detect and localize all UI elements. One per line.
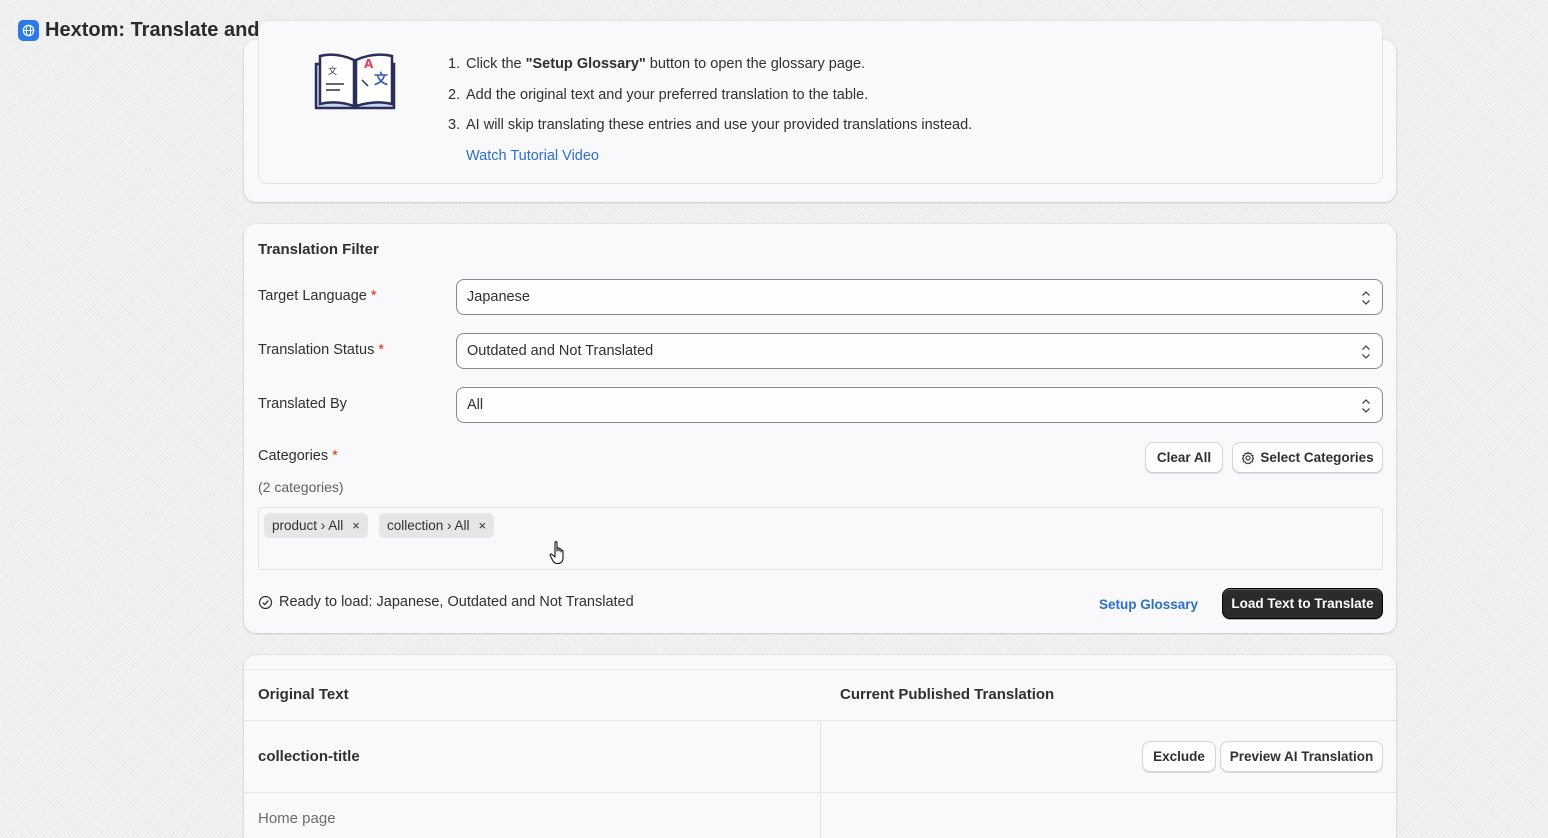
column-header-published: Current Published Translation	[840, 686, 1055, 703]
column-header-original: Original Text	[258, 686, 349, 703]
row-divider	[244, 792, 1396, 793]
globe-icon	[18, 19, 39, 41]
glossary-step-1: 1. Click the "Setup Glossary" button to …	[448, 56, 866, 72]
watch-tutorial-link[interactable]: Watch Tutorial Video	[466, 148, 599, 164]
glossary-steps: 1. Click the "Setup Glossary" button to …	[448, 56, 972, 148]
select-categories-button[interactable]: Select Categories	[1232, 442, 1383, 473]
exclude-button[interactable]: Exclude	[1142, 741, 1216, 772]
categories-label: Categories *	[258, 448, 338, 464]
original-text-cell: Home page	[258, 810, 336, 827]
categories-count: (2 categories)	[258, 479, 344, 495]
remove-tag-icon[interactable]: ×	[479, 518, 487, 533]
translation-filter-card: Translation Filter Target Language * Japa…	[244, 224, 1396, 633]
setup-glossary-link[interactable]: Setup Glossary	[1099, 597, 1198, 612]
hand-cursor-icon	[549, 541, 564, 565]
select-chevron-icon	[1362, 345, 1370, 359]
row-key: collection-title	[258, 748, 360, 765]
table-header-row: Original Text Current Published Translat…	[244, 669, 1396, 721]
translation-status-label: Translation Status *	[258, 342, 384, 358]
remove-tag-icon[interactable]: ×	[352, 518, 360, 533]
category-tag-product: product › All ×	[264, 513, 368, 538]
select-chevron-icon	[1362, 399, 1370, 413]
category-tag-collection: collection › All ×	[379, 513, 495, 538]
select-chevron-icon	[1362, 291, 1370, 305]
load-text-button[interactable]: Load Text to Translate	[1222, 588, 1383, 619]
translation-status-select[interactable]: Outdated and Not Translated	[456, 333, 1383, 369]
glossary-step-3: 3. AI will skip translating these entrie…	[448, 117, 973, 133]
column-divider	[820, 721, 821, 838]
target-language-select[interactable]: Japanese	[456, 279, 1383, 315]
preview-ai-translation-button[interactable]: Preview AI Translation	[1220, 741, 1383, 772]
clear-all-button[interactable]: Clear All	[1145, 442, 1223, 473]
target-language-label: Target Language *	[258, 288, 377, 304]
gear-icon	[1242, 451, 1255, 464]
translation-table-card: Original Text Current Published Translat…	[244, 655, 1396, 838]
load-status: Ready to load: Japanese, Outdated and No…	[258, 594, 634, 610]
filter-title: Translation Filter	[258, 241, 379, 258]
glossary-step-2: 2. Add the original text and your prefer…	[448, 86, 869, 103]
categories-tags-box[interactable]: product › All × collection › All ×	[258, 507, 1383, 570]
glossary-book-illustration: 文 A 文	[314, 53, 396, 110]
svg-text:文: 文	[374, 71, 389, 88]
svg-text:文: 文	[328, 65, 337, 77]
translated-by-select[interactable]: All	[456, 387, 1383, 423]
check-circle-icon	[258, 595, 273, 609]
svg-text:A: A	[364, 57, 374, 71]
translated-by-label: Translated By	[258, 396, 347, 412]
